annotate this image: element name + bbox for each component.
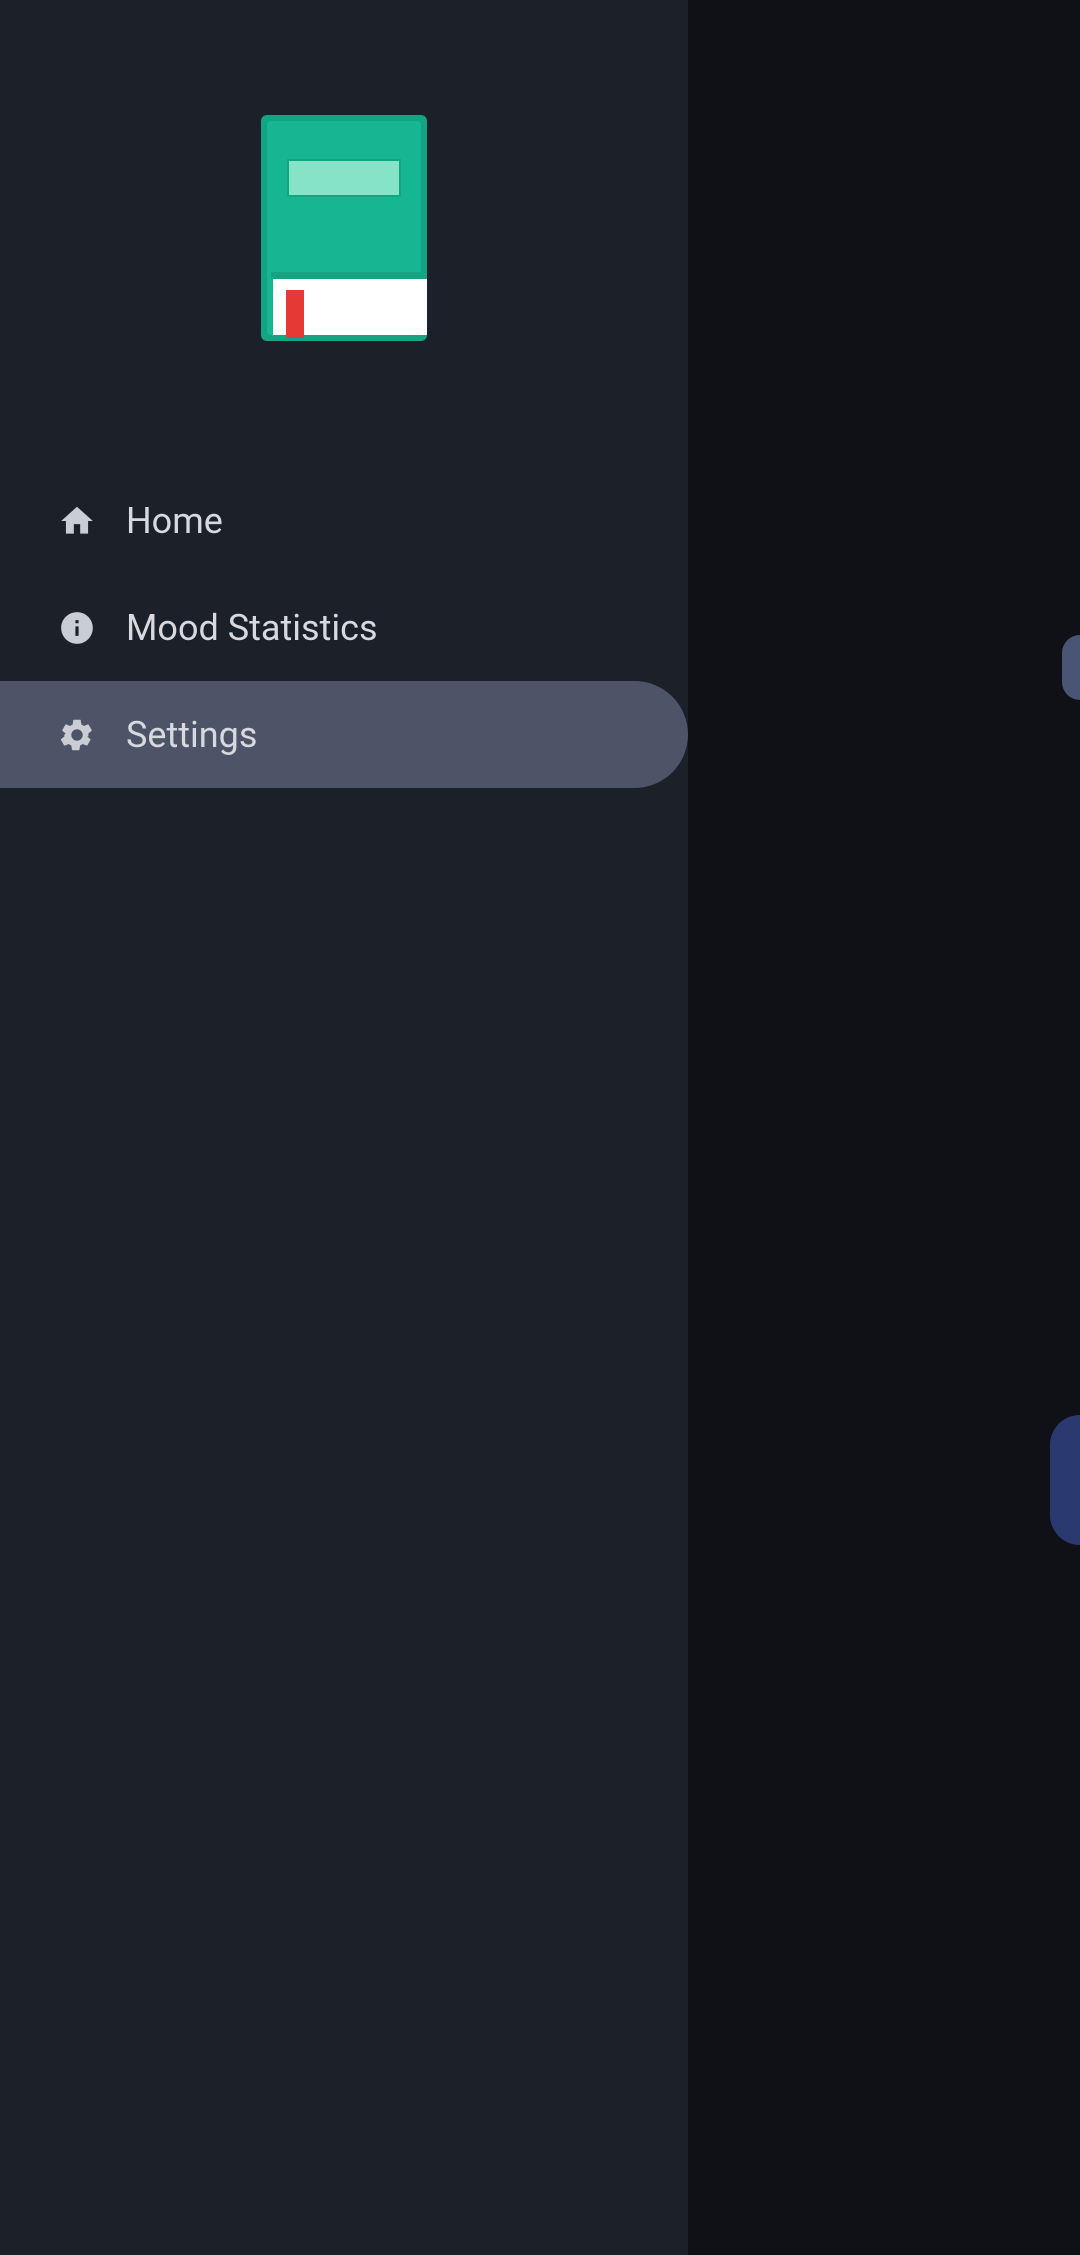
info-icon (58, 609, 96, 647)
nav-item-settings[interactable]: Settings (0, 681, 688, 788)
nav-item-home[interactable]: Home (0, 467, 688, 574)
nav-item-label: Home (126, 500, 223, 542)
app-logo-area (0, 0, 688, 341)
nav-item-label: Settings (126, 714, 257, 756)
home-icon (58, 502, 96, 540)
nav-item-mood-statistics[interactable]: Mood Statistics (0, 574, 688, 681)
nav-item-label: Mood Statistics (126, 607, 378, 649)
background-sliver-top (1062, 635, 1080, 700)
nav-menu: Home Mood Statistics Settings (0, 467, 688, 788)
book-icon (261, 115, 427, 341)
background-sliver-bottom (1050, 1415, 1080, 1545)
gear-icon (58, 716, 96, 754)
navigation-drawer: Home Mood Statistics Settings (0, 0, 688, 2255)
